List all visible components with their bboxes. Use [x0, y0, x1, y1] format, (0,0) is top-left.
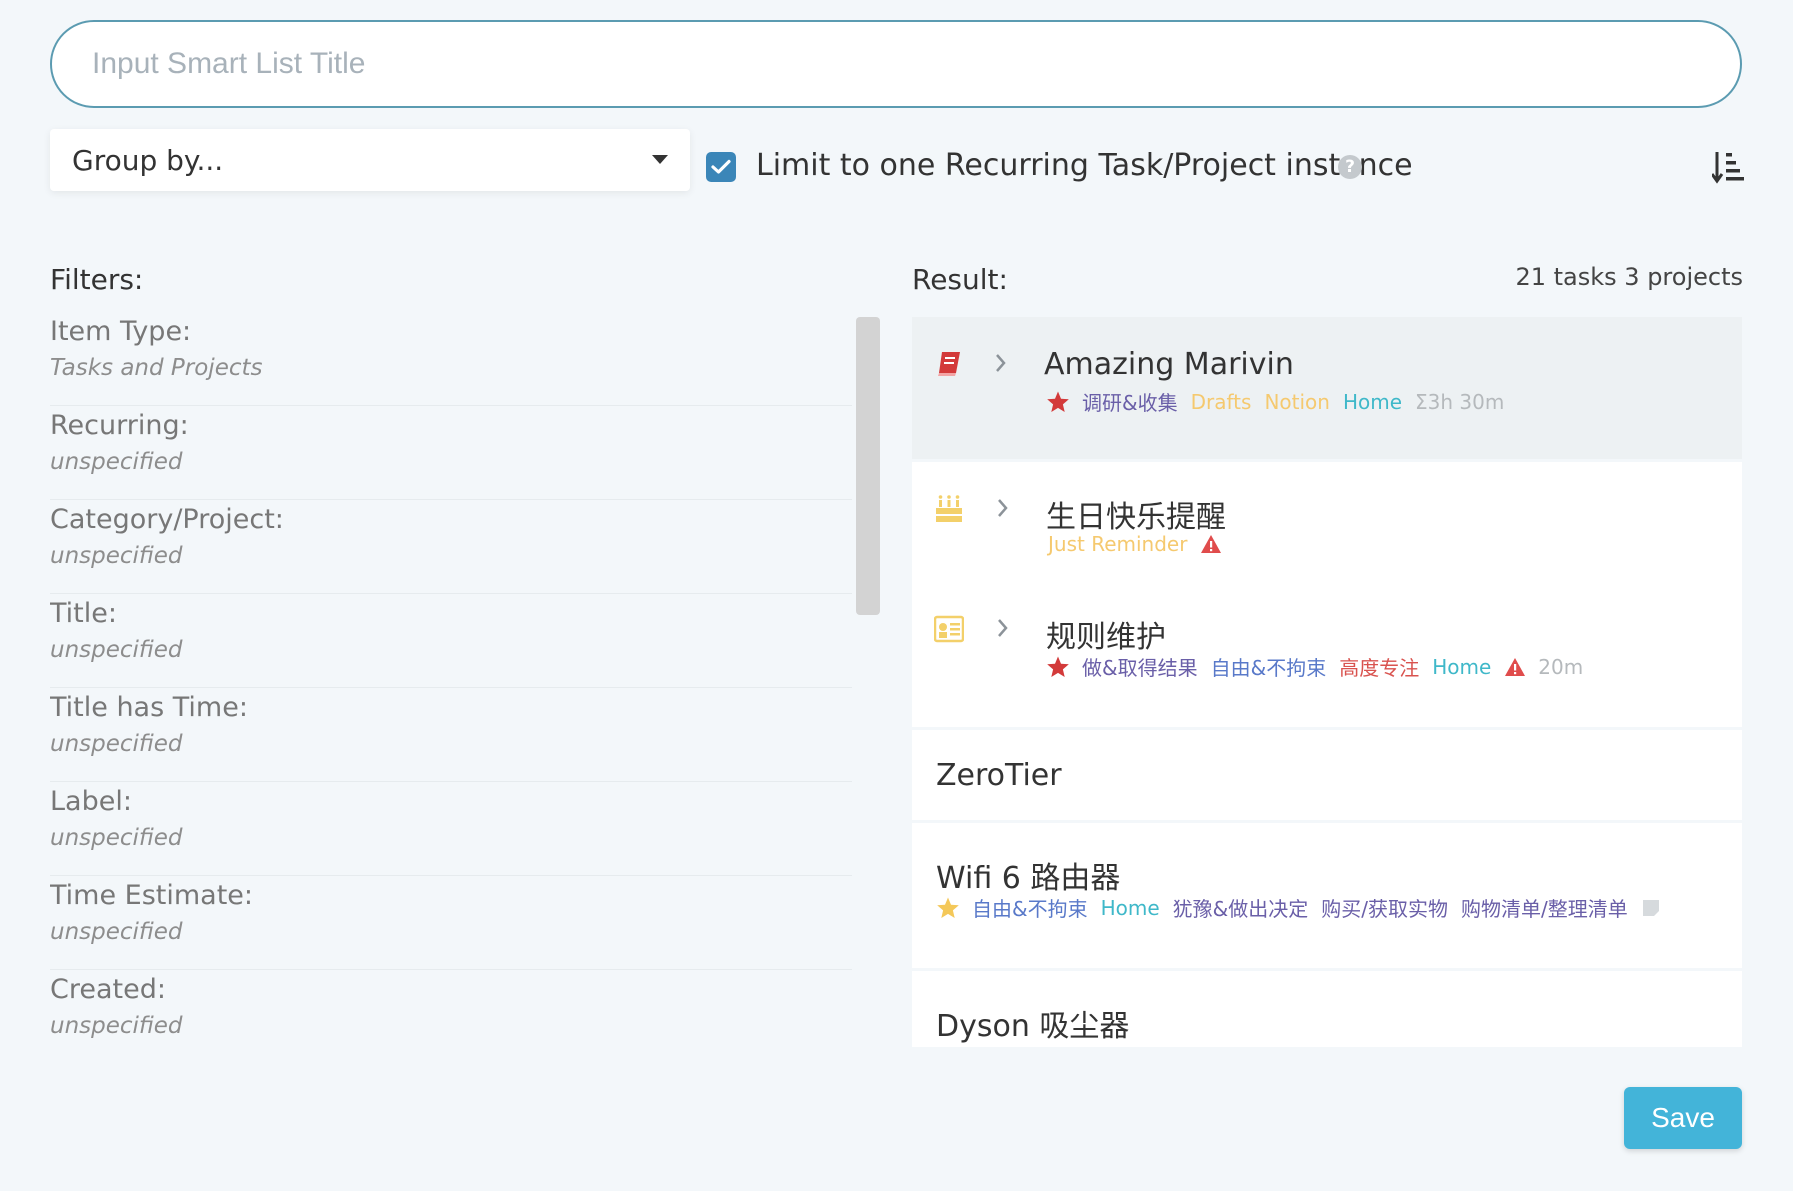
book-icon [938, 352, 960, 376]
limit-recurring-label: Limit to one Recurring Task/Project inst… [756, 148, 1413, 183]
task-row[interactable]: 生日快乐提醒 Just Reminder [912, 462, 1742, 582]
filter-label: Title has Time: [50, 692, 248, 723]
result-block: Amazing Marivin 调研&收集 Drafts Notion Home… [912, 317, 1742, 459]
project-title: Dyson 吸尘器 [936, 1009, 1130, 1044]
time-estimate: Σ3h 30m [1415, 389, 1505, 414]
star-icon [1047, 391, 1069, 412]
filter-recurring[interactable]: Recurring: unspecified [50, 406, 852, 500]
tag[interactable]: 购买/获取实物 [1321, 893, 1448, 922]
tag-line: Just Reminder [1048, 532, 1234, 556]
tag[interactable]: Drafts [1191, 390, 1252, 414]
filter-label: Recurring: [50, 410, 189, 441]
result-count: 21 tasks 3 projects [1515, 263, 1743, 291]
tag[interactable]: Notion [1264, 390, 1330, 414]
filter-label: Label: [50, 786, 132, 817]
star-icon [1047, 656, 1069, 677]
time-estimate: 20m [1538, 654, 1584, 679]
filter-category-project[interactable]: Category/Project: unspecified [50, 500, 852, 594]
project-title: ZeroTier [936, 758, 1062, 793]
result-heading: Result: [912, 263, 1008, 296]
filter-label: Title: [50, 598, 117, 629]
task-row[interactable]: Amazing Marivin 调研&收集 Drafts Notion Home… [912, 317, 1742, 459]
project-title: Wifi 6 路由器 [936, 861, 1121, 896]
tag[interactable]: Home [1343, 390, 1402, 414]
project-row[interactable]: Dyson 吸尘器 [912, 971, 1742, 1047]
question-circle-icon[interactable]: ? [1338, 155, 1362, 179]
warning-icon [1505, 657, 1526, 676]
filters-list: Item Type: Tasks and Projects Recurring:… [50, 312, 852, 1047]
caret-down-icon [652, 155, 668, 164]
filter-title-has-time[interactable]: Title has Time: unspecified [50, 688, 852, 782]
tag[interactable]: 调研&收集 [1082, 387, 1178, 416]
filter-value: unspecified [50, 449, 183, 475]
filters-heading: Filters: [50, 263, 144, 296]
filter-value: unspecified [50, 637, 183, 663]
task-title: Amazing Marivin [1044, 347, 1294, 382]
task-title: 生日快乐提醒 [1046, 500, 1226, 535]
tag[interactable]: 犹豫&做出决定 [1173, 893, 1309, 922]
chevron-right-icon[interactable] [996, 496, 1010, 520]
tag[interactable]: Home [1101, 896, 1160, 920]
filter-label-item[interactable]: Label: unspecified [50, 782, 852, 876]
result-block: 生日快乐提醒 Just Reminder 规则维护 做&取得结果 自由&不拘束 … [912, 462, 1742, 727]
tag[interactable]: 高度专注 [1339, 652, 1419, 681]
task-title: 规则维护 [1046, 620, 1166, 655]
tag[interactable]: Home [1432, 655, 1491, 679]
filters-scrollbar[interactable] [856, 317, 880, 615]
filter-value: unspecified [50, 543, 183, 569]
tag[interactable]: Just Reminder [1048, 532, 1187, 556]
filter-item-type[interactable]: Item Type: Tasks and Projects [50, 312, 852, 406]
filter-title[interactable]: Title: unspecified [50, 594, 852, 688]
smart-list-title-input[interactable] [50, 20, 1742, 108]
tag-line: 自由&不拘束 Home 犹豫&做出决定 购买/获取实物 购物清单/整理清单 [936, 893, 1661, 922]
filter-label: Created: [50, 974, 166, 1005]
project-row[interactable]: ZeroTier [912, 730, 1742, 820]
group-by-select[interactable]: Group by... [50, 129, 690, 191]
note-icon [1642, 899, 1659, 916]
filter-value: unspecified [50, 731, 183, 757]
filter-created[interactable]: Created: unspecified [50, 970, 852, 1047]
chevron-right-icon[interactable] [994, 351, 1008, 375]
filter-label: Category/Project: [50, 504, 284, 535]
chevron-right-icon[interactable] [996, 616, 1010, 640]
filter-value: unspecified [50, 919, 183, 945]
filter-label: Time Estimate: [50, 880, 254, 911]
filter-value: unspecified [50, 825, 183, 851]
limit-recurring-checkbox[interactable] [706, 152, 736, 182]
result-list: Amazing Marivin 调研&收集 Drafts Notion Home… [912, 317, 1742, 1047]
sort-descending-icon[interactable] [1712, 150, 1744, 184]
checkmark-icon [711, 159, 731, 174]
star-icon [937, 897, 959, 918]
filter-label: Item Type: [50, 316, 192, 347]
warning-icon [1201, 535, 1222, 553]
project-row[interactable]: Wifi 6 路由器 自由&不拘束 Home 犹豫&做出决定 购买/获取实物 购… [912, 823, 1742, 968]
tag-line: 做&取得结果 自由&不拘束 高度专注 Home 20m [1046, 652, 1596, 681]
save-button[interactable]: Save [1624, 1087, 1742, 1149]
birthday-cake-icon [936, 495, 962, 522]
group-by-label: Group by... [72, 143, 224, 177]
tag-line: 调研&收集 Drafts Notion Home Σ3h 30m [1046, 387, 1517, 416]
tag[interactable]: 自由&不拘束 [972, 893, 1088, 922]
task-row[interactable]: 规则维护 做&取得结果 自由&不拘束 高度专注 Home 20m [912, 582, 1742, 702]
filter-time-estimate[interactable]: Time Estimate: unspecified [50, 876, 852, 970]
tag[interactable]: 购物清单/整理清单 [1461, 893, 1628, 922]
id-card-icon [934, 615, 964, 643]
tag[interactable]: 自由&不拘束 [1211, 652, 1327, 681]
filter-value: Tasks and Projects [50, 355, 263, 381]
filter-value: unspecified [50, 1013, 183, 1039]
tag[interactable]: 做&取得结果 [1082, 652, 1198, 681]
